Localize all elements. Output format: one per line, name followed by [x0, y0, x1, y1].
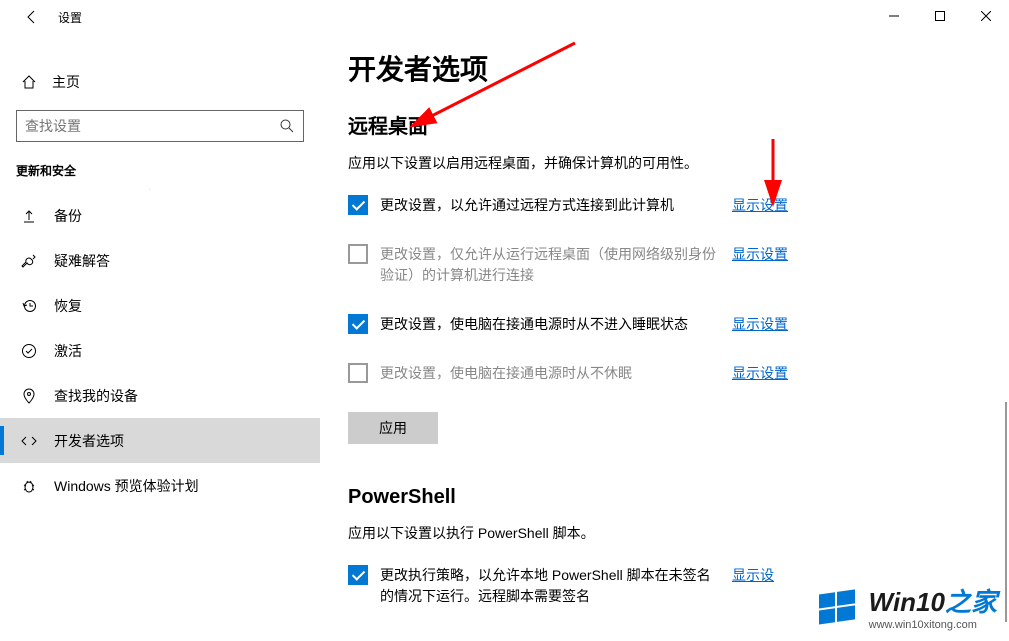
sidebar-item-troubleshoot[interactable]: 疑难解答: [0, 238, 320, 283]
show-settings-link[interactable]: 显示设置: [732, 195, 788, 215]
sidebar-item-label: 查找我的设备: [54, 386, 138, 406]
checkbox-no-hibernate: [348, 363, 368, 383]
section-powershell-desc: 应用以下设置以执行 PowerShell 脚本。: [348, 523, 969, 543]
home-link[interactable]: 主页: [0, 64, 320, 100]
remote-option-row: 更改设置，使电脑在接通电源时从不休眠 显示设置: [348, 363, 969, 384]
home-icon: [20, 73, 38, 91]
scrollbar[interactable]: [995, 32, 1009, 641]
search-icon: [279, 118, 295, 134]
apply-button[interactable]: 应用: [348, 412, 438, 444]
option-label: 更改设置，以允许通过远程方式连接到此计算机: [380, 195, 720, 216]
remote-option-row: 更改设置，使电脑在接通电源时从不进入睡眠状态 显示设置: [348, 314, 969, 335]
show-settings-link[interactable]: 显示设置: [732, 314, 788, 334]
watermark: Win10之家 www.win10xitong.com: [815, 582, 997, 631]
check-circle-icon: [20, 342, 38, 360]
maximize-icon: [935, 11, 945, 21]
page-title: 开发者选项: [348, 48, 969, 88]
section-remote-desc: 应用以下设置以启用远程桌面，并确保计算机的可用性。: [348, 153, 969, 173]
checkbox-remote-nla: [348, 244, 368, 264]
watermark-url: www.win10xitong.com: [869, 619, 997, 631]
minimize-button[interactable]: [871, 0, 917, 32]
wrench-icon: [20, 252, 38, 270]
checkbox-ps-policy[interactable]: [348, 565, 368, 585]
upload-icon: [20, 207, 38, 225]
sidebar-item-label: 疑难解答: [54, 251, 110, 271]
sidebar-item-label: 备份: [54, 206, 82, 226]
option-label: 更改设置，仅允许从运行远程桌面（使用网络级别身份验证）的计算机进行连接: [380, 244, 720, 286]
content-area: 开发者选项 远程桌面 应用以下设置以启用远程桌面，并确保计算机的可用性。 更改设…: [320, 34, 1009, 641]
remote-option-row: 更改设置，仅允许从运行远程桌面（使用网络级别身份验证）的计算机进行连接 显示设置: [348, 244, 969, 286]
option-label: 更改设置，使电脑在接通电源时从不休眠: [380, 363, 720, 384]
close-button[interactable]: [963, 0, 1009, 32]
watermark-brand-a: Win10: [869, 587, 945, 617]
category-header: 更新和安全: [0, 148, 320, 189]
code-icon: [20, 432, 38, 450]
arrow-left-icon: [24, 9, 40, 25]
show-settings-link[interactable]: 显示设置: [732, 244, 788, 264]
option-label: 更改执行策略，以允许本地 PowerShell 脚本在未签名的情况下运行。远程脚…: [380, 565, 720, 607]
location-icon: [20, 387, 38, 405]
option-label: 更改设置，使电脑在接通电源时从不进入睡眠状态: [380, 314, 720, 335]
sidebar-item-backup[interactable]: 备份: [0, 193, 320, 238]
section-powershell-heading: PowerShell: [348, 486, 969, 509]
checkbox-no-sleep[interactable]: [348, 314, 368, 334]
titlebar: 设置: [0, 0, 1009, 34]
watermark-brand-b: 之家: [945, 587, 997, 617]
show-settings-link[interactable]: 显示设置: [732, 363, 788, 383]
search-box[interactable]: [16, 110, 304, 142]
home-label: 主页: [52, 72, 80, 92]
sidebar-item-activation[interactable]: 激活: [0, 328, 320, 373]
clock-icon: [20, 297, 38, 315]
nav-list: Windows 安全中心 备份 疑难解答 恢复 激活: [0, 189, 320, 508]
search-input[interactable]: [25, 118, 279, 134]
sidebar-item-label: Windows 预览体验计划: [54, 476, 199, 496]
windows-logo-icon: [815, 585, 859, 629]
sidebar-item-label: 开发者选项: [54, 431, 124, 451]
bug-icon: [20, 477, 38, 495]
sidebar: 主页 更新和安全 Windows 安全中心 备份 疑难解答: [0, 34, 320, 641]
minimize-icon: [889, 11, 899, 21]
show-settings-link[interactable]: 显示设: [732, 565, 774, 585]
window-title: 设置: [58, 9, 82, 26]
sidebar-item-recovery[interactable]: 恢复: [0, 283, 320, 328]
close-icon: [981, 11, 991, 21]
sidebar-item-insider[interactable]: Windows 预览体验计划: [0, 463, 320, 508]
checkbox-remote-allow[interactable]: [348, 195, 368, 215]
back-button[interactable]: [16, 1, 48, 33]
scrollbar-thumb[interactable]: [1005, 402, 1007, 622]
sidebar-item-developer[interactable]: 开发者选项: [0, 418, 320, 463]
sidebar-item-label: 激活: [54, 341, 82, 361]
maximize-button[interactable]: [917, 0, 963, 32]
section-remote-heading: 远程桌面: [348, 110, 969, 139]
sidebar-item-label: 恢复: [54, 296, 82, 316]
sidebar-item-find-device[interactable]: 查找我的设备: [0, 373, 320, 418]
remote-option-row: 更改设置，以允许通过远程方式连接到此计算机 显示设置: [348, 195, 969, 216]
